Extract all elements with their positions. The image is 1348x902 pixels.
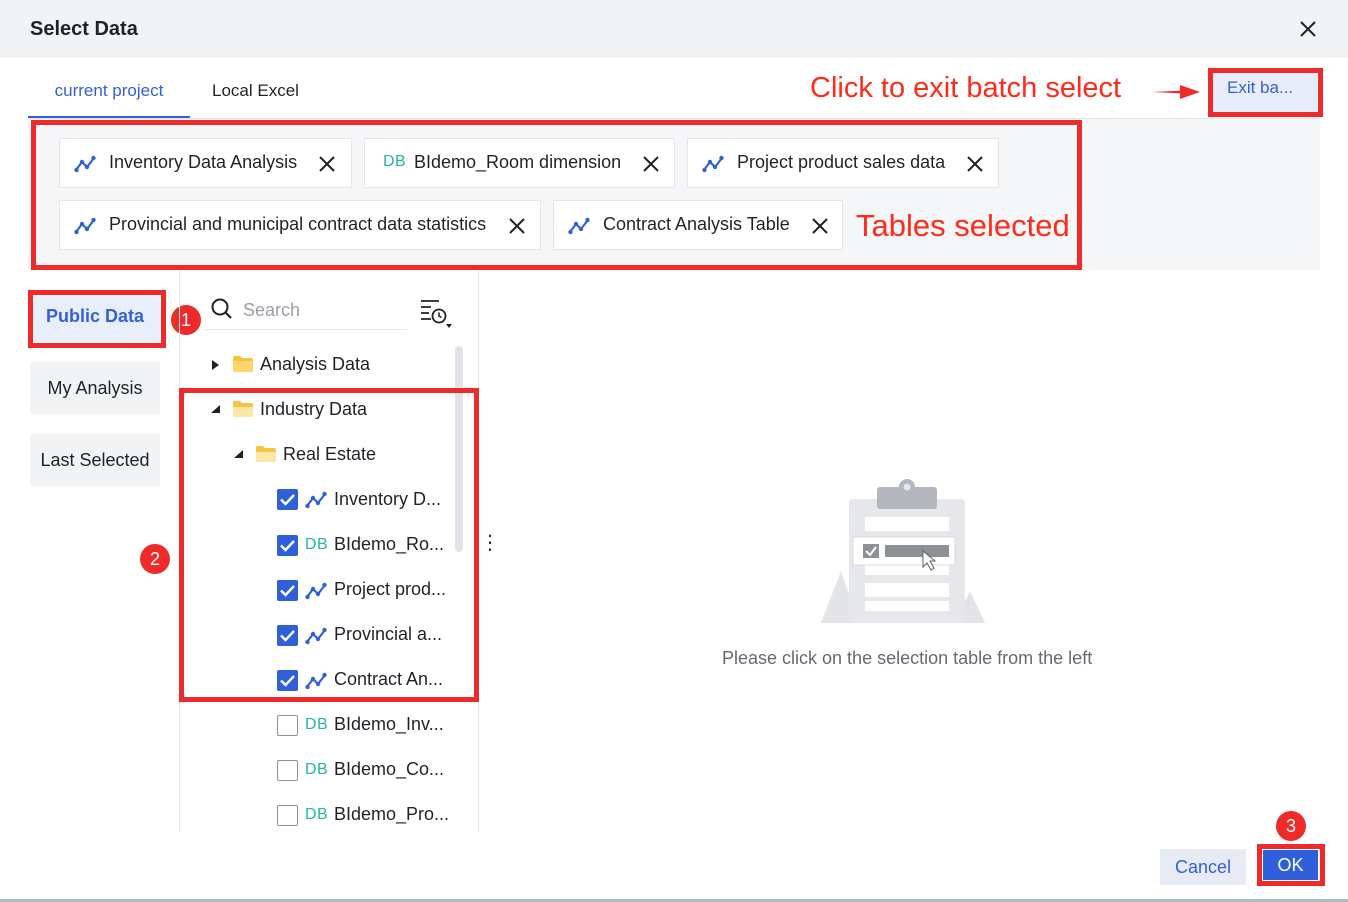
remove-icon[interactable] (507, 216, 527, 236)
dialog-title: Select Data (30, 18, 138, 40)
tree-item-label: BIdemo_Co... (334, 759, 445, 779)
check-icon (280, 675, 295, 687)
annotation-arrow-icon (1152, 85, 1200, 99)
tree-item-label: BIdemo_Ro... (334, 534, 445, 554)
remove-icon[interactable] (317, 154, 337, 174)
folder-open-icon (256, 446, 276, 462)
tree-folder-industry-data[interactable]: Industry Data (210, 392, 450, 428)
folder-icon (233, 356, 253, 372)
empty-state-text: Please click on the selection table from… (722, 648, 1093, 668)
checkbox-checked[interactable] (277, 670, 298, 691)
folder-label: Industry Data (260, 399, 368, 419)
check-icon (280, 540, 295, 552)
db-icon: DB (305, 536, 329, 553)
step-badge: 3 (1276, 811, 1306, 841)
chip-label: Provincial and municipal contract data s… (109, 214, 487, 234)
analysis-line-icon (305, 627, 327, 645)
selected-chip: Project product sales data (687, 138, 999, 188)
filter-history-icon[interactable] (419, 297, 457, 331)
annotation-tables-hint: Tables selected (856, 208, 1070, 243)
selected-chip: DB BIdemo_Room dimension (364, 138, 675, 188)
db-icon: DB (305, 806, 329, 823)
folder-label: Real Estate (283, 444, 377, 464)
remove-icon[interactable] (810, 216, 830, 236)
tree-item-label: Contract An... (334, 669, 444, 689)
tree-item-label: Provincial a... (334, 624, 443, 644)
selected-chip: Inventory Data Analysis (59, 138, 352, 188)
selected-chip: Contract Analysis Table (553, 200, 843, 250)
resize-handle[interactable]: ⋮ (480, 533, 500, 553)
checkbox-unchecked[interactable] (277, 760, 298, 781)
close-icon (1300, 21, 1316, 37)
tree-item-label: Project prod... (334, 579, 447, 599)
ok-button[interactable]: OK (1263, 850, 1318, 880)
tree-folder-real-estate[interactable]: Real Estate (233, 437, 453, 473)
close-button[interactable] (1294, 15, 1322, 43)
search-input[interactable] (243, 296, 405, 324)
checkbox-checked[interactable] (277, 489, 298, 510)
chip-label: Inventory Data Analysis (109, 152, 298, 172)
tab-local-excel[interactable]: Local Excel (212, 60, 299, 118)
db-icon: DB (305, 716, 329, 733)
dialog-header: Select Data (0, 0, 1348, 58)
tree-item-label: Inventory D... (334, 489, 442, 509)
analysis-line-icon (305, 582, 327, 600)
search-underline (205, 329, 407, 330)
annotation-exit-hint: Click to exit batch select (810, 72, 1122, 104)
tab-current-project[interactable]: current project (28, 60, 190, 118)
category-public-data[interactable]: Public Data (30, 290, 160, 342)
db-icon: DB (305, 761, 329, 778)
db-icon: DB (383, 153, 407, 170)
step-badge: 2 (140, 544, 170, 574)
checkbox-checked[interactable] (277, 535, 298, 556)
category-last-selected[interactable]: Last Selected (30, 434, 160, 486)
analysis-line-icon (305, 672, 327, 690)
remove-icon[interactable] (965, 154, 985, 174)
check-icon (280, 585, 295, 597)
folder-label: Analysis Data (260, 354, 371, 374)
analysis-line-icon (74, 217, 96, 235)
checkbox-unchecked[interactable] (277, 805, 298, 826)
analysis-line-icon (305, 491, 327, 509)
collapse-arrow-icon[interactable] (233, 449, 245, 459)
folder-open-icon (233, 401, 253, 417)
tree-item-label: BIdemo_Pro... (334, 804, 450, 824)
tree-scrollbar[interactable] (455, 346, 463, 552)
checkbox-unchecked[interactable] (277, 715, 298, 736)
chip-label: Contract Analysis Table (603, 214, 790, 234)
check-icon (280, 494, 295, 506)
clipboard-illustration-icon (821, 479, 985, 623)
check-icon (280, 630, 295, 642)
remove-icon[interactable] (641, 154, 661, 174)
tree-item-label: BIdemo_Inv... (334, 714, 444, 734)
expand-arrow-icon[interactable] (210, 359, 220, 371)
analysis-line-icon (702, 155, 724, 173)
tree-folder-analysis-data[interactable]: Analysis Data (210, 347, 450, 383)
analysis-line-icon (568, 217, 590, 235)
category-my-analysis[interactable]: My Analysis (30, 362, 160, 414)
collapse-arrow-icon[interactable] (210, 404, 222, 414)
search-icon (211, 298, 232, 319)
analysis-line-icon (74, 155, 96, 173)
selected-chip: Provincial and municipal contract data s… (59, 200, 541, 250)
chip-label: Project product sales data (737, 152, 946, 172)
exit-batch-button[interactable]: Exit ba... (1213, 72, 1317, 112)
cancel-button[interactable]: Cancel (1160, 849, 1246, 885)
checkbox-checked[interactable] (277, 580, 298, 601)
chip-label: BIdemo_Room dimension (414, 152, 622, 172)
checkbox-checked[interactable] (277, 625, 298, 646)
